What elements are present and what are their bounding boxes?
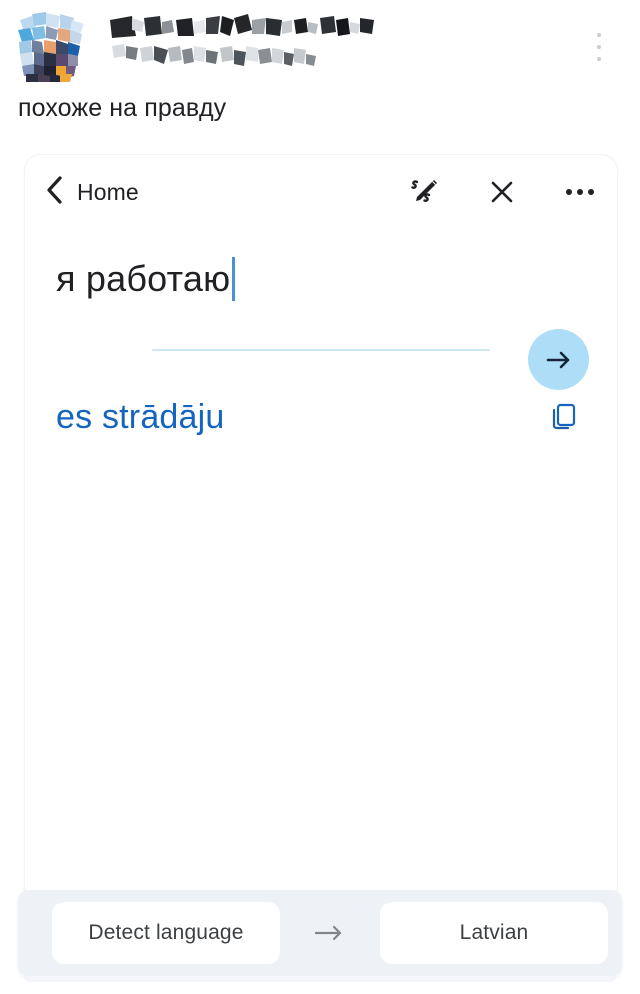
source-input-value: я работаю xyxy=(56,258,231,299)
source-language-button[interactable]: Detect language xyxy=(52,902,280,964)
language-direction-arrow xyxy=(312,923,348,943)
card-overflow-menu-icon[interactable] xyxy=(563,175,597,209)
source-input-value-wrap[interactable]: я работаю xyxy=(56,255,236,303)
kebab-horizontal-icon xyxy=(566,189,594,195)
post-header xyxy=(16,8,624,86)
redacted-text-blocks xyxy=(106,12,386,84)
close-x-icon[interactable] xyxy=(485,175,519,209)
arrow-right-icon xyxy=(546,351,569,368)
translate-submit-button[interactable] xyxy=(528,329,589,390)
bottom-strip xyxy=(24,976,616,982)
card-header: Home xyxy=(25,155,617,229)
chevron-left-icon xyxy=(44,175,64,210)
copy-translation-button[interactable] xyxy=(544,398,584,438)
avatar-pixelated-image xyxy=(16,10,88,82)
text-caret xyxy=(232,257,236,301)
translation-output-value: es strādāju xyxy=(56,398,225,436)
kebab-dot xyxy=(597,33,601,37)
avatar xyxy=(16,10,88,82)
back-label: Home xyxy=(77,178,139,205)
post-body-text: похоже на правду xyxy=(18,94,227,122)
card-header-actions xyxy=(407,155,597,229)
kebab-dot xyxy=(577,189,583,195)
language-selector-bar: Detect language Latvian xyxy=(18,890,622,976)
post-overflow-menu[interactable] xyxy=(588,30,610,64)
copy-icon xyxy=(552,403,576,430)
kebab-dot xyxy=(597,57,601,61)
kebab-dot xyxy=(566,189,572,195)
card-empty-area xyxy=(25,455,617,892)
screen-root: похоже на правду Home я работаю es strād… xyxy=(0,0,640,994)
kebab-dot xyxy=(588,189,594,195)
kebab-dot xyxy=(597,45,601,49)
username-redacted xyxy=(106,12,386,84)
translate-card: Home я работаю es strādāju xyxy=(25,155,617,892)
source-input-row[interactable]: я работаю xyxy=(25,255,617,325)
translation-output-row: es strādāju xyxy=(25,394,617,450)
handwriting-pen-icon[interactable] xyxy=(407,175,441,209)
back-to-home-button[interactable]: Home xyxy=(44,175,139,210)
target-language-button[interactable]: Latvian xyxy=(380,902,608,964)
input-underline-divider xyxy=(152,349,490,351)
